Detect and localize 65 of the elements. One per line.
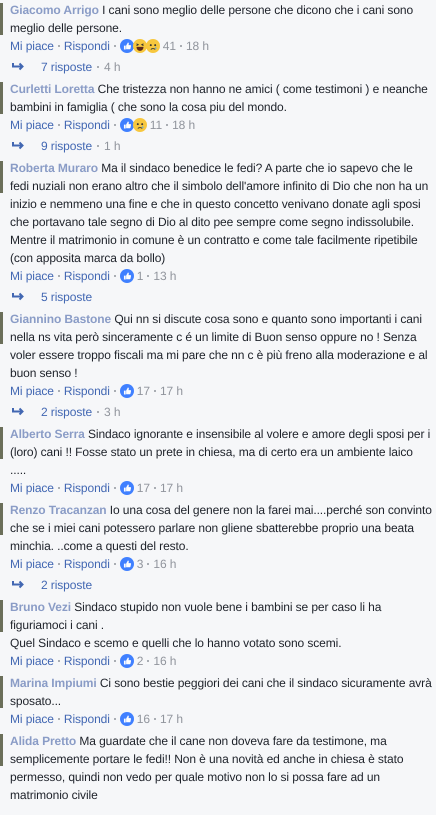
reply-time: 4 h [104,59,120,76]
replies-link[interactable]: 2 risposte [41,403,92,421]
reaction-count[interactable]: 1 [136,267,144,285]
comment-text: Renzo Tracanzan Io una cosa del genere non la farei mai....perché son convinto che se i miei cani potessero parlare non gliene sbatterebbe proprio una beata minchia. ..come a questi del resto. [10,502,432,555]
reply-arrow-icon [12,62,26,72]
like-icon [120,39,134,53]
reply-link[interactable]: Rispondi [64,710,110,728]
comment-time: 16 h [153,556,176,573]
comment-time: 17 h [160,480,183,497]
replies-link[interactable]: 2 risposte [41,576,92,594]
like-link[interactable]: Mi piace [10,652,54,670]
comment-text: Giacomo Arrigo I cani sono meglio delle persone che dicono che i cani sono meglio delle persone. [10,2,414,37]
comment-time: 17 h [160,711,183,728]
comment-text: Alida Pretto Ma guardate che il cane non doveva fare da testimone, ma semplicemente portare le fedi!! Non è una novità ed anche in chiesa è stato permesso, quindi non vedo per quale motivo non lo si possa fare ad un matrimonio civile [10,733,404,804]
sad-emoji-icon [146,39,160,53]
comment-text: Bruno Vezi Sindaco stupido non vuole bene i bambini se per caso li ha figuriamoci i cani . Quel Sindaco e scemo e quelli che lo hanno votato sono scemi. [10,599,382,652]
reply-link[interactable]: Rispondi [64,382,110,400]
reply-time: 3 h [104,404,120,421]
comment-time: 16 h [153,653,176,670]
reply-arrow-icon [12,292,26,302]
reply-link[interactable]: Rispondi [64,555,110,573]
like-icon [120,269,134,283]
replies-link[interactable]: 5 risposte [41,288,92,306]
like-link[interactable]: Mi piace [10,710,54,728]
reaction-count[interactable]: 3 [136,555,144,573]
like-link[interactable]: Mi piace [10,37,54,55]
like-icon [120,481,134,495]
like-link[interactable]: Mi piace [10,267,54,285]
reaction-count[interactable]: 17 [136,382,150,400]
reply-arrow-icon [12,580,26,590]
like-link[interactable]: Mi piace [10,479,54,497]
reply-arrow-icon [12,407,26,417]
replies-link[interactable]: 9 risposte [41,137,92,155]
comment-time: 13 h [153,268,176,285]
sad-emoji-icon [132,118,147,132]
reply-link[interactable]: Rispondi [64,37,110,55]
reply-link[interactable]: Rispondi [64,652,110,670]
reaction-count[interactable]: 16 [136,710,150,728]
comment-time: 18 h [172,117,196,134]
reaction-count[interactable]: 11 [150,116,162,134]
like-icon [120,712,134,726]
comment-text: Curletti Loretta Che tristezza non hanno ne amici ( come testimoni ) e neanche bambini in famiglia ( che sono la cosa piu del mondo. [10,81,429,116]
like-icon [120,557,134,571]
comment-text: Giannino Bastone Qui nn si discute cosa sono e quanto sono importanti i cani nella ns vita però sinceramente c é un limite di Buon senso oppure no ! Senza voler essere troppo fiscali ma mi pare che nn c è più freno alla moderazione e al buon senso ! [10,311,428,382]
comment-time: 17 h [160,383,183,400]
reply-link[interactable]: Rispondi [64,479,110,497]
laughing-emoji-icon [132,39,147,53]
reply-time: 1 h [104,138,120,155]
reaction-count[interactable]: 17 [136,479,150,497]
like-link[interactable]: Mi piace [10,116,54,134]
comment-text: Marina Impiumi Ci sono bestie peggiori dei cani che il sindaco sicuramente avrà sposato... [10,675,432,710]
reply-link[interactable]: Rispondi [64,116,110,134]
reply-link[interactable]: Rispondi [64,267,110,285]
replies-link[interactable]: 7 risposte [41,58,92,76]
reaction-count[interactable]: 41 [162,37,176,55]
like-icon [120,384,134,398]
reaction-count[interactable]: 2 [136,652,144,670]
like-link[interactable]: Mi piace [10,555,54,573]
like-icon [120,654,134,668]
like-icon [120,118,134,132]
like-link[interactable]: Mi piace [10,382,54,400]
reply-arrow-icon [12,141,26,151]
comment-text: Roberta Muraro Ma il sindaco benedice le fedi? A parte che io sapevo che le fedi nuziali non erano altro che il simbolo dell'amore infinito di Dio che non ha un inizio e nemmeno una fine e che in questo concetto venivano donate agli sposi che portavano tale segno di Dio al dito pee sempre come segno indissolubile. Mentre il matrimonio in comune è un contratto e come tale facilmente ripetibile (con apposita marca da bollo) [10,160,430,267]
comment-time: 18 h [186,38,209,55]
comment-text: Alberto Serra Sindaco ignorante e insensibile al volere e amore degli sposi per i (loro) cani !! Fosse stato un prete in chiesa, ma di certo era un ambiente laico ..... [10,426,432,479]
